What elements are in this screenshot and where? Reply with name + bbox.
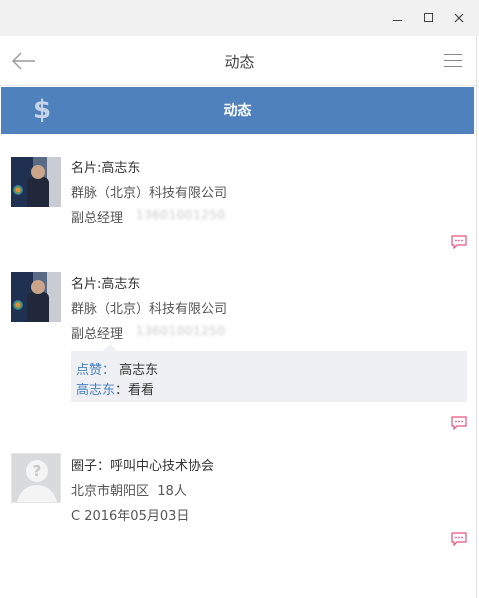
menu-button[interactable] bbox=[444, 53, 462, 69]
interaction-box: 点赞： 高志东 高志东：看看 bbox=[71, 351, 467, 402]
comment-icon[interactable] bbox=[451, 416, 467, 430]
feed-item-company: 群脉（北京）科技有限公司 bbox=[71, 186, 228, 201]
scrollbar[interactable] bbox=[476, 36, 477, 598]
feed-item-date: C 2016年05月03日 bbox=[71, 509, 190, 524]
maximize-icon bbox=[424, 13, 433, 22]
banner-title: 动态 bbox=[223, 103, 252, 119]
section-banner: $ 动态 bbox=[1, 87, 474, 134]
comment-icon[interactable] bbox=[451, 532, 467, 546]
page-title: 动态 bbox=[224, 53, 255, 71]
minimize-icon bbox=[393, 20, 402, 21]
feed-item-title: 名片:高志东 bbox=[71, 161, 141, 176]
feed-item-members: 18人 bbox=[157, 484, 187, 499]
likes-label: 点赞： bbox=[76, 363, 116, 378]
minimize-button[interactable] bbox=[388, 8, 408, 28]
default-avatar-icon: ? bbox=[26, 460, 48, 482]
avatar[interactable]: ? bbox=[11, 453, 61, 503]
window-titlebar bbox=[0, 0, 479, 36]
feed-item-phone: 13601001250 bbox=[136, 208, 226, 222]
feed-item-location: 北京市朝阳区 18人 bbox=[71, 484, 187, 499]
likes-names[interactable]: 高志东 bbox=[119, 363, 158, 378]
hamburger-menu-icon bbox=[444, 54, 462, 55]
avatar[interactable] bbox=[11, 157, 61, 207]
close-button[interactable] bbox=[449, 8, 469, 28]
comment-author[interactable]: 高志东 bbox=[76, 383, 115, 398]
feed-item-title: 圈子：呼叫中心技术协会 bbox=[71, 459, 215, 474]
feed-item-position: 副总经理 bbox=[71, 327, 124, 342]
feed-item-title: 名片:高志东 bbox=[71, 277, 141, 292]
feed-item-company: 群脉（北京）科技有限公司 bbox=[71, 302, 228, 317]
comment-icon[interactable] bbox=[451, 235, 467, 249]
close-icon bbox=[454, 13, 464, 23]
navigation-bar: 动态 bbox=[0, 36, 479, 86]
comment-text: ：看看 bbox=[115, 383, 155, 398]
maximize-button[interactable] bbox=[419, 8, 439, 28]
avatar[interactable] bbox=[11, 272, 61, 322]
comment-row: 高志东：看看 bbox=[76, 379, 154, 398]
likes-row: 点赞： 高志东 bbox=[76, 359, 158, 378]
feed-item-position: 副总经理 bbox=[71, 211, 124, 226]
feed-item-phone: 13601001250 bbox=[136, 324, 226, 338]
